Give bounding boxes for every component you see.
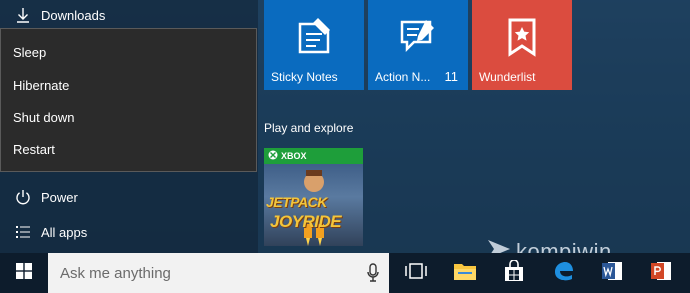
wunderlist-label: Wunderlist — [479, 70, 536, 84]
edge-icon — [552, 260, 574, 287]
downloads-item[interactable]: Downloads — [0, 0, 258, 30]
store-button[interactable] — [490, 253, 538, 293]
edge-button[interactable] — [539, 253, 587, 293]
xbox-logo-icon — [268, 150, 278, 162]
xbox-label: XBOX — [281, 151, 307, 161]
search-placeholder: Ask me anything — [60, 264, 171, 282]
powerpoint-button[interactable] — [637, 253, 685, 293]
taskbar: Ask me anything — [0, 253, 690, 293]
sticky-notes-label: Sticky Notes — [271, 70, 338, 84]
all-apps-button[interactable]: All apps — [0, 216, 258, 248]
powerpoint-icon — [650, 260, 672, 287]
notification-count-badge: 11 — [444, 69, 459, 84]
jetpack-joyride-artwork: JETPACK JOYRIDE — [264, 164, 363, 246]
restart-menu-item[interactable]: Restart — [1, 133, 256, 165]
download-icon — [14, 6, 32, 24]
store-icon — [503, 258, 525, 287]
sticky-notes-icon — [292, 16, 336, 61]
action-center-tile[interactable]: Action N... 11 — [368, 0, 468, 90]
action-center-icon — [396, 16, 440, 61]
file-explorer-icon — [453, 261, 477, 286]
jetpack-joyride-tile[interactable]: XBOX JETPACK JOYRIDE — [264, 148, 363, 246]
microphone-icon[interactable] — [367, 263, 379, 288]
power-flyout-menu: Sleep Hibernate Shut down Restart — [0, 28, 257, 172]
task-view-icon — [405, 262, 427, 284]
shut-down-menu-item[interactable]: Shut down — [1, 101, 256, 133]
game-title-line2: JOYRIDE — [270, 212, 342, 231]
action-center-label: Action N... — [375, 70, 431, 84]
task-view-button[interactable] — [392, 253, 440, 293]
wunderlist-icon — [504, 16, 540, 63]
word-button[interactable] — [588, 253, 636, 293]
all-apps-list-icon — [14, 223, 32, 241]
game-title-line1: JETPACK — [266, 194, 327, 210]
start-button[interactable] — [0, 253, 48, 293]
windows-logo-icon — [16, 262, 32, 284]
power-button[interactable]: Power — [0, 181, 258, 213]
downloads-label: Downloads — [41, 7, 106, 23]
all-apps-label: All apps — [41, 224, 88, 240]
hibernate-menu-item[interactable]: Hibernate — [1, 69, 256, 101]
xbox-banner: XBOX — [264, 148, 363, 164]
file-explorer-button[interactable] — [441, 253, 489, 293]
sticky-notes-tile[interactable]: Sticky Notes — [264, 0, 364, 90]
power-icon — [14, 188, 32, 206]
play-and-explore-heading: Play and explore — [264, 121, 354, 135]
power-label: Power — [41, 189, 78, 205]
sleep-menu-item[interactable]: Sleep — [1, 36, 256, 68]
wunderlist-tile[interactable]: Wunderlist — [472, 0, 572, 90]
word-icon — [601, 260, 623, 287]
cortana-search-box[interactable]: Ask me anything — [48, 253, 389, 293]
